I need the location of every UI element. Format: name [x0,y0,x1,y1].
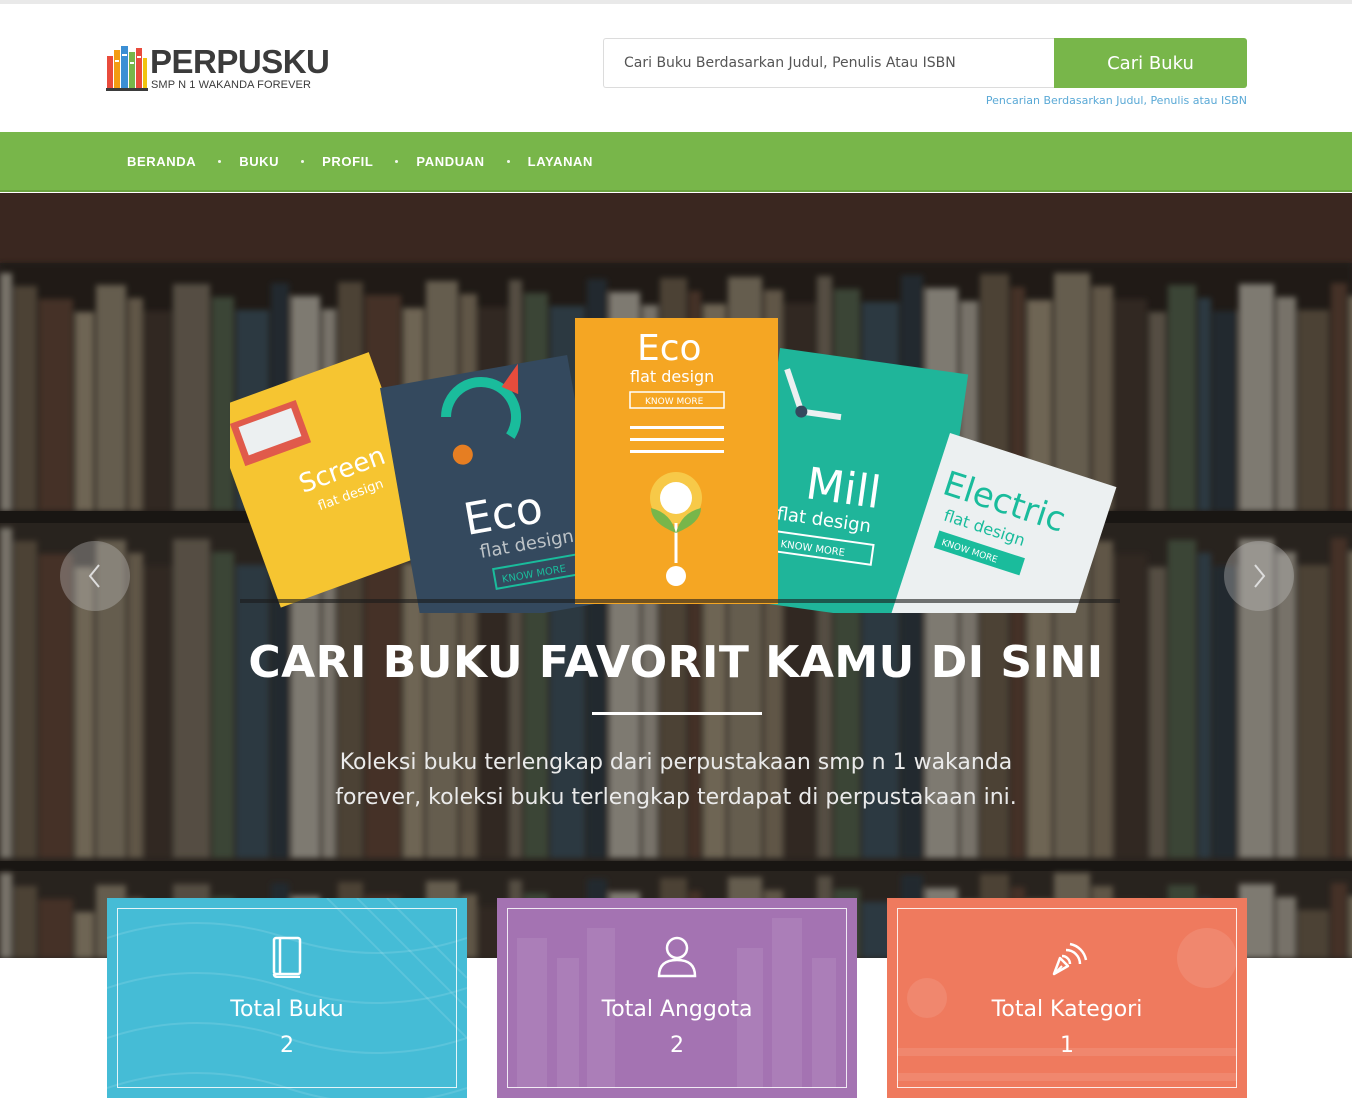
slider-prev-button[interactable] [60,541,130,611]
search-bar: Cari Buku [603,38,1247,88]
stat-label: Total Anggota [601,997,753,1022]
search-input[interactable] [603,38,1055,88]
slide-book-subtitle: flat design [630,367,714,386]
hero-divider [592,712,762,715]
slide-book-title: Eco [637,328,702,369]
nav-item-buku[interactable]: BUKU [239,154,279,169]
nav-separator [395,159,399,163]
pen-nib-icon [1052,942,1088,976]
slide-book-button: KNOW MORE [645,397,704,407]
nav-item-layanan[interactable]: LAYANAN [528,154,593,169]
books-logo-icon [106,46,148,91]
hero-slider: Screen flat design Eco flat design KNOW … [0,193,1352,958]
card-icon-wrap [497,936,857,980]
nav-separator [506,159,510,163]
site-logo[interactable]: PERPUSKU SMP N 1 WAKANDA FOREVER [106,42,330,98]
nav-item-beranda[interactable]: BERANDA [127,154,196,169]
stat-label: Total Kategori [991,997,1143,1022]
search-button[interactable]: Cari Buku [1054,38,1247,88]
chevron-left-icon [88,564,100,588]
card-icon-wrap [887,936,1247,980]
slider-next-button[interactable] [1224,541,1294,611]
main-navbar: BERANDA BUKU PROFIL PANDUAN LAYANAN [0,132,1352,192]
nav-item-profil[interactable]: PROFIL [322,154,373,169]
stat-label: Total Buku [230,997,344,1022]
books-fan-illustration: Screen flat design Eco flat design KNOW … [230,318,1120,613]
site-header: PERPUSKU SMP N 1 WAKANDA FOREVER Cari Bu… [0,4,1352,132]
chevron-right-icon [1254,564,1266,588]
brand-subtitle: SMP N 1 WAKANDA FOREVER [151,79,312,91]
book-icon [272,936,302,978]
stat-card-total-anggota[interactable]: Total Anggota 2 [497,898,857,1098]
nav-separator [218,159,222,163]
card-icon-wrap [107,936,467,980]
stat-card-total-kategori[interactable]: Total Kategori 1 [887,898,1247,1098]
user-icon [657,936,697,978]
stat-card-total-buku[interactable]: Total Buku 2 [107,898,467,1098]
nav-separator [301,159,305,163]
nav-menu: BERANDA BUKU PROFIL PANDUAN LAYANAN [127,132,593,190]
search-hint: Pencarian Berdasarkan Judul, Penulis ata… [985,94,1247,107]
nav-item-panduan[interactable]: PANDUAN [416,154,484,169]
stat-value: 2 [670,1033,684,1058]
hero-title: CARI BUKU FAVORIT KAMU DI SINI [248,637,1104,688]
hero-description: Koleksi buku terlengkap dari perpustakaa… [335,750,1017,810]
stat-value: 1 [1060,1033,1074,1058]
stat-value: 2 [280,1033,294,1058]
brand-title: PERPUSKU [150,43,330,80]
